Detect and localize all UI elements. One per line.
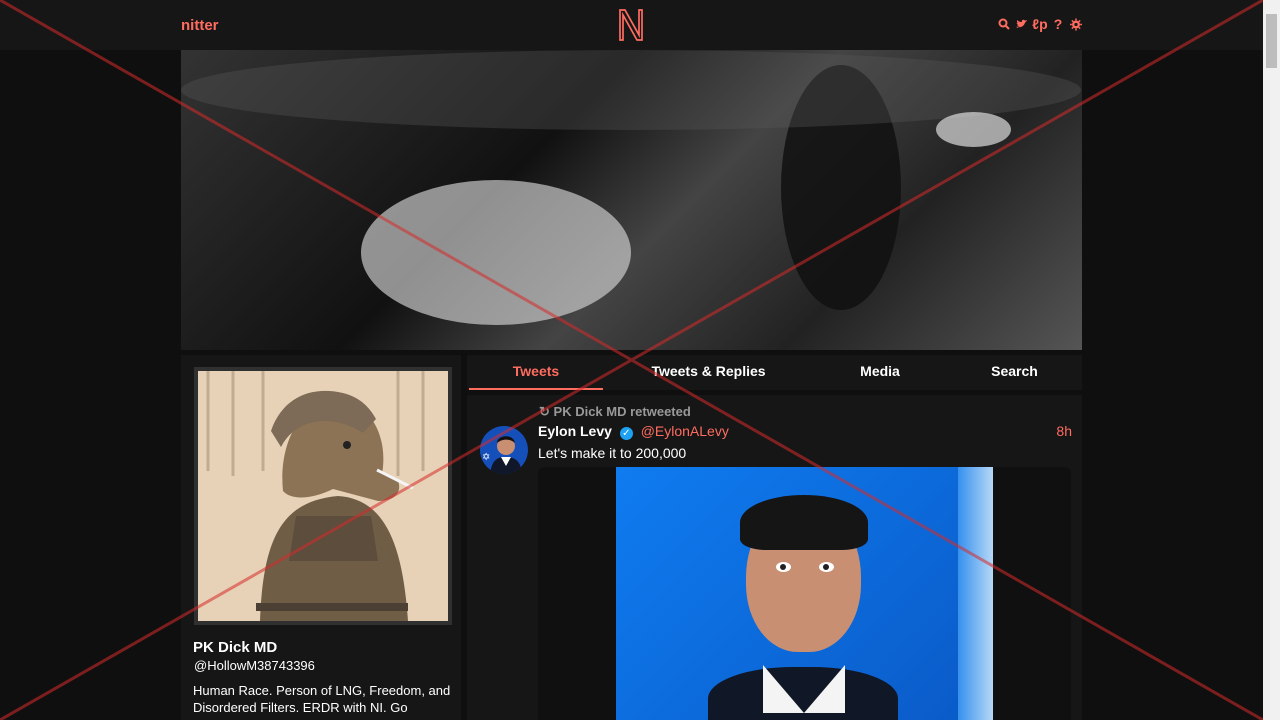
top-navigation-bar: nitter ℓp ? (0, 0, 1263, 50)
tweet-author-name[interactable]: Eylon Levy (538, 423, 612, 439)
tweet-time[interactable]: 8h (1056, 423, 1072, 439)
search-icon[interactable] (998, 16, 1010, 32)
right-pupil (823, 564, 829, 570)
gear-icon[interactable] (1070, 16, 1082, 32)
tweet-author-avatar[interactable]: ✡ (480, 426, 528, 474)
scrollbar-thumb[interactable] (1266, 14, 1277, 68)
retweet-header: ↻ PK Dick MD retweeted (539, 404, 691, 420)
tab-tweets[interactable]: Tweets (469, 363, 603, 390)
tweet-text: Let's make it to 200,000 (538, 445, 687, 461)
tab-search[interactable]: Search (967, 363, 1062, 390)
profile-bio: Human Race. Person of LNG, Freedom, and … (193, 683, 451, 715)
tweet-header: Eylon Levy ✓ @EylonALevy 8h (538, 423, 1072, 443)
media-left-eye (776, 562, 791, 572)
profile-tabs: Tweets Tweets & Replies Media Search (467, 355, 1082, 390)
banner-soldier-shape (361, 180, 631, 325)
media-background-light (958, 467, 993, 720)
tab-media[interactable]: Media (827, 363, 933, 390)
retweet-label: PK Dick MD retweeted (553, 404, 691, 419)
profile-username[interactable]: @HollowM38743396 (194, 658, 315, 673)
media-person-hair (740, 495, 868, 550)
tab-tweets-and-replies[interactable]: Tweets & Replies (641, 363, 776, 390)
profile-card: PK Dick MD @HollowM38743396 Human Race. … (181, 355, 461, 720)
tweet-timeline: ↻ PK Dick MD retweeted ✡ Eylon Levy ✓ @E… (467, 395, 1082, 720)
tweet-media-container (538, 467, 1071, 720)
author-avatar-image: ✡ (480, 426, 528, 474)
lp-icon[interactable]: ℓp (1032, 16, 1047, 32)
twitter-icon[interactable] (1016, 16, 1028, 32)
help-icon[interactable]: ? (1052, 16, 1064, 32)
nitter-logo-icon[interactable] (617, 7, 645, 43)
vertical-scrollbar[interactable] (1263, 0, 1280, 720)
media-right-eye (819, 562, 834, 572)
retweet-icon: ↻ (539, 404, 550, 419)
navbar-actions: ℓp ? (998, 16, 1082, 32)
profile-banner-image (181, 50, 1082, 350)
nitter-profile-page: nitter ℓp ? PK Dick MD @HollowM38743396 … (0, 0, 1280, 720)
tweet-author-handle[interactable]: @EylonALevy (641, 423, 729, 439)
profile-fullname[interactable]: PK Dick MD (193, 639, 277, 656)
profile-avatar[interactable] (194, 367, 452, 625)
banner-rock-shape (936, 112, 1011, 147)
nitter-home-link[interactable]: nitter (181, 17, 219, 34)
dog-soldier-avatar-image (198, 371, 448, 621)
verified-icon: ✓ (619, 427, 633, 440)
tweet-media-image[interactable] (616, 467, 993, 720)
left-pupil (780, 564, 786, 570)
svg-text:✡: ✡ (482, 452, 490, 463)
